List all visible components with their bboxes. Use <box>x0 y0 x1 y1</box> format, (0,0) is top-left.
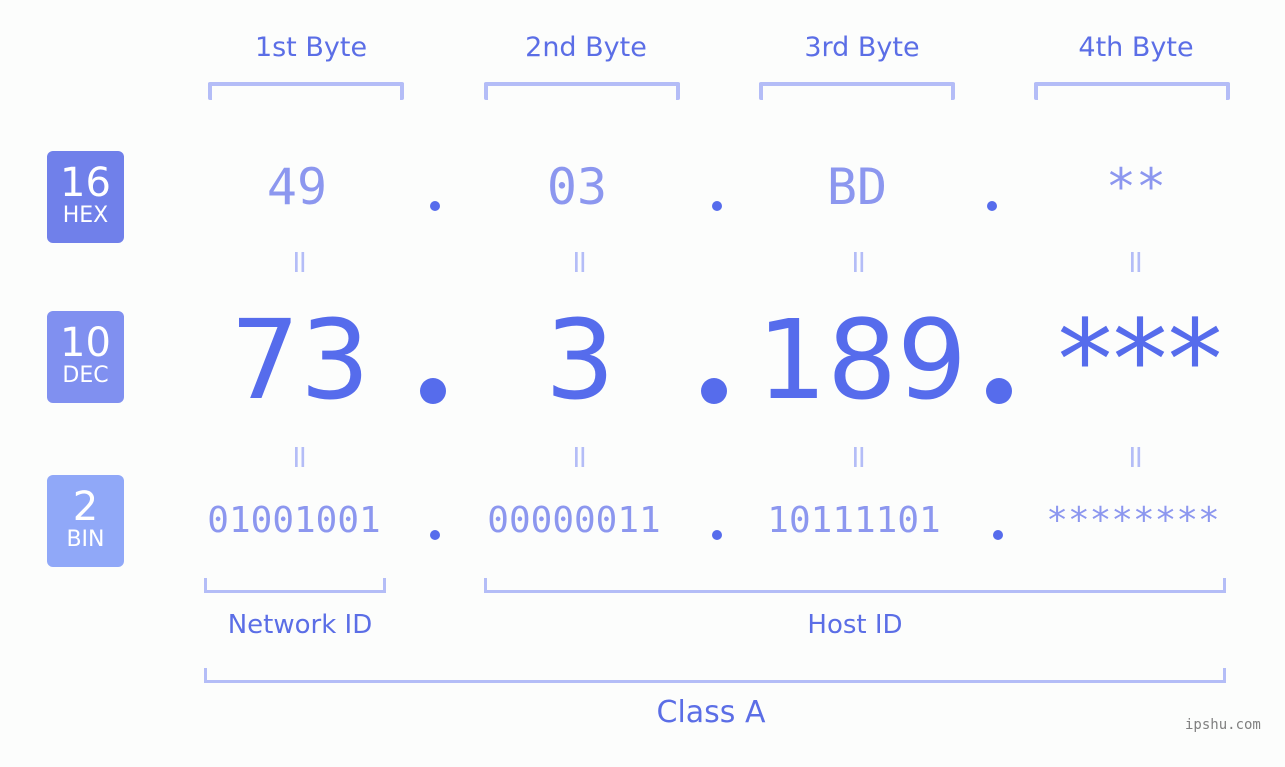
bin-base: 2 <box>72 484 99 530</box>
equals-dec-bin-3: = <box>840 443 878 471</box>
hex-base: 16 <box>60 160 111 206</box>
byte-label-1: 1st Byte <box>254 32 368 63</box>
dec-byte-2: 3 <box>545 296 615 424</box>
hex-byte-2: 03 <box>546 158 608 216</box>
hex-byte-1: 49 <box>266 158 328 216</box>
hex-dot-1 <box>430 201 440 211</box>
hex-badge: 16 HEX <box>47 151 124 243</box>
byte-bracket-2 <box>484 82 680 100</box>
host-id-bracket <box>484 578 1226 593</box>
hex-dot-2 <box>712 201 722 211</box>
dec-dot-3 <box>986 378 1012 404</box>
byte-label-3: 3rd Byte <box>804 32 920 63</box>
equals-hex-dec-3: = <box>840 248 878 276</box>
equals-hex-dec-4: = <box>1117 248 1155 276</box>
host-id-label: Host ID <box>807 610 903 640</box>
bin-byte-1: 01001001 <box>207 500 381 541</box>
hex-byte-3: BD <box>826 158 888 216</box>
bin-dot-1 <box>430 530 440 540</box>
bin-dot-3 <box>993 530 1003 540</box>
dec-byte-1: 73 <box>230 296 370 424</box>
hex-label: HEX <box>62 203 109 228</box>
dec-badge: 10 DEC <box>47 311 124 403</box>
class-label: Class A <box>656 695 766 730</box>
byte-bracket-3 <box>759 82 955 100</box>
watermark: ipshu.com <box>1185 717 1261 733</box>
dec-byte-4: *** <box>1057 296 1223 424</box>
hex-dot-3 <box>987 201 997 211</box>
hex-byte-4: ** <box>1105 158 1167 216</box>
equals-hex-dec-1: = <box>281 248 319 276</box>
byte-label-2: 2nd Byte <box>525 32 647 63</box>
byte-bracket-1 <box>208 82 404 100</box>
byte-bracket-4 <box>1034 82 1230 100</box>
dec-byte-3: 189 <box>757 296 967 424</box>
bin-byte-2: 00000011 <box>487 500 661 541</box>
equals-dec-bin-2: = <box>561 443 599 471</box>
network-id-bracket <box>204 578 386 593</box>
network-id-label: Network ID <box>227 610 373 640</box>
equals-hex-dec-2: = <box>561 248 599 276</box>
dec-base: 10 <box>60 320 111 366</box>
bin-dot-2 <box>712 530 722 540</box>
bin-badge: 2 BIN <box>47 475 124 567</box>
bin-byte-4: ******** <box>1046 500 1220 541</box>
equals-dec-bin-4: = <box>1117 443 1155 471</box>
equals-dec-bin-1: = <box>281 443 319 471</box>
byte-label-4: 4th Byte <box>1078 32 1194 63</box>
dec-dot-1 <box>420 378 446 404</box>
class-bracket <box>204 668 1226 683</box>
bin-label: BIN <box>66 527 105 552</box>
dec-label: DEC <box>62 363 109 388</box>
bin-byte-3: 10111101 <box>767 500 941 541</box>
dec-dot-2 <box>701 378 727 404</box>
